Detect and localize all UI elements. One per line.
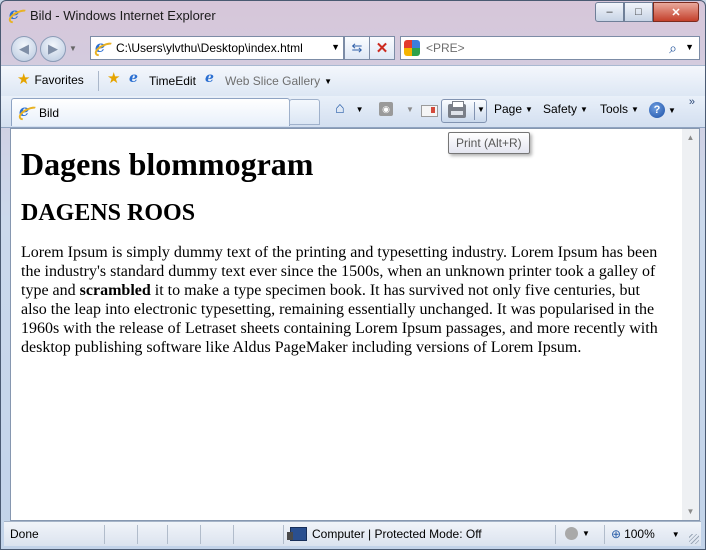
- minimize-button[interactable]: –: [595, 2, 624, 22]
- zoom-level: 100%: [624, 527, 655, 541]
- home-icon: ⌂: [335, 100, 345, 117]
- address-input[interactable]: C:\Users\ylvthu\Desktop\index.html: [116, 41, 303, 55]
- print-tooltip: Print (Alt+R): [448, 132, 530, 154]
- chevron-down-icon: ▼: [324, 76, 333, 86]
- favorites-separator: [98, 71, 99, 91]
- status-divider: [200, 525, 201, 544]
- favorite-link-timeedit[interactable]: e TimeEdit: [129, 70, 196, 89]
- chevron-down-icon: ▼: [406, 104, 414, 114]
- favorite-link-label: TimeEdit: [149, 74, 196, 88]
- browser-window: e Bild - Windows Internet Explorer – □ ✕…: [0, 0, 706, 550]
- tab-command-row: e Bild ⌂ ▼ ◉ ▼ ▼ Page ▼ Safety ▼ Tools ▼…: [1, 96, 705, 128]
- zoom-control[interactable]: ⊕ 100% ▼: [611, 527, 680, 541]
- help-icon: ?: [649, 102, 665, 118]
- tools-menu[interactable]: Tools ▼: [600, 102, 639, 116]
- read-mail-button[interactable]: [421, 105, 438, 117]
- page-paragraph: Lorem Ipsum is simply dummy text of the …: [21, 243, 669, 357]
- favorites-star-icon: ★: [17, 71, 31, 88]
- new-tab-button[interactable]: [289, 99, 320, 125]
- favorite-link-web-slice-gallery[interactable]: e Web Slice Gallery ▼: [205, 70, 333, 89]
- favorites-button[interactable]: ★ Favorites: [17, 71, 84, 88]
- more-commands-chevron-icon[interactable]: »: [689, 96, 695, 108]
- caption-buttons: – □ ✕: [595, 2, 699, 22]
- page-menu[interactable]: Page ▼: [494, 102, 533, 116]
- chevron-down-icon: ▼: [525, 104, 533, 114]
- chevron-down-icon: ▼: [668, 105, 676, 115]
- stop-button[interactable]: ✕: [369, 36, 395, 60]
- refresh-button[interactable]: ⇆: [344, 36, 370, 60]
- page-content-area: Dagens blommogram DAGENS ROOS Lorem Ipsu…: [10, 128, 682, 521]
- page-heading: Dagens blommogram: [21, 146, 314, 182]
- help-menu[interactable]: ? ▼: [649, 102, 676, 118]
- feeds-button[interactable]: ◉ ▼: [379, 102, 414, 116]
- status-divider: [137, 525, 138, 544]
- back-button[interactable]: ◀: [11, 36, 37, 62]
- tools-menu-label: Tools: [600, 102, 629, 116]
- add-favorite-icon: ★: [107, 70, 121, 87]
- window-title: Bild - Windows Internet Explorer: [30, 8, 216, 23]
- page-menu-label: Page: [494, 102, 523, 116]
- chevron-down-icon[interactable]: ▼: [672, 530, 680, 539]
- search-icon[interactable]: ⌕: [669, 40, 677, 57]
- tab-bild[interactable]: e Bild: [11, 98, 290, 126]
- security-zone[interactable]: Computer | Protected Mode: Off: [287, 527, 482, 541]
- favorites-bar: ★ Favorites ★ e TimeEdit e Web Slice Gal…: [1, 65, 705, 96]
- paragraph-bold-text: scrambled: [79, 282, 151, 299]
- status-divider: [604, 525, 605, 544]
- safety-menu-label: Safety: [543, 102, 578, 116]
- search-box[interactable]: <PRE> ⌕ ▼: [400, 36, 700, 60]
- forward-button[interactable]: ▶: [40, 36, 66, 62]
- mail-icon: [421, 105, 438, 117]
- chevron-down-icon: ▼: [355, 104, 364, 114]
- printer-icon: [448, 101, 466, 118]
- add-to-favorites-bar-button[interactable]: ★: [107, 70, 121, 87]
- computer-icon: [287, 527, 307, 541]
- protected-mode-icon: [565, 527, 578, 540]
- ie-page-icon: e: [205, 70, 214, 86]
- google-icon: [404, 40, 420, 56]
- zone-label: Computer | Protected Mode: Off: [312, 527, 482, 541]
- web-page: Dagens blommogram DAGENS ROOS Lorem Ipsu…: [21, 129, 669, 357]
- status-bar: Done Computer | Protected Mode: Off ▼ ⊕ …: [4, 521, 701, 546]
- page-icon: e: [92, 37, 118, 60]
- favorite-link-label: Web Slice Gallery: [225, 74, 321, 88]
- vertical-scrollbar[interactable]: ▲ ▼: [682, 128, 700, 521]
- rss-feed-icon: ◉: [379, 102, 393, 116]
- favorites-label: Favorites: [34, 73, 84, 87]
- scroll-up-arrow-icon[interactable]: ▲: [682, 129, 699, 146]
- chevron-down-icon: ▼: [580, 104, 588, 114]
- ie-page-icon: e: [16, 101, 42, 124]
- close-button[interactable]: ✕: [653, 2, 699, 22]
- maximize-button[interactable]: □: [624, 2, 653, 22]
- chevron-down-icon[interactable]: ▼: [477, 105, 485, 114]
- title-bar: e Bild - Windows Internet Explorer – □ ✕: [1, 1, 705, 31]
- status-divider: [167, 525, 168, 544]
- status-divider: [104, 525, 105, 544]
- status-text: Done: [10, 527, 39, 541]
- page-subheading: DAGENS ROOS: [21, 200, 196, 226]
- navigation-bar: ◀ ▶ ▼ e C:\Users\ylvthu\Desktop\index.ht…: [1, 32, 705, 62]
- safety-menu[interactable]: Safety ▼: [543, 102, 588, 116]
- chevron-down-icon: ▼: [631, 104, 639, 114]
- status-divider: [233, 525, 234, 544]
- scroll-down-arrow-icon[interactable]: ▼: [682, 503, 699, 520]
- print-button[interactable]: ▼: [441, 99, 487, 123]
- search-input[interactable]: <PRE>: [426, 41, 465, 55]
- status-divider: [555, 525, 556, 544]
- address-bar[interactable]: e C:\Users\ylvthu\Desktop\index.html ▼: [90, 36, 344, 60]
- ie-page-icon: e: [129, 70, 138, 86]
- tab-label: Bild: [39, 106, 60, 120]
- recent-pages-dropdown[interactable]: ▼: [69, 44, 77, 53]
- zoom-icon: ⊕: [611, 527, 622, 541]
- chevron-down-icon: ▼: [582, 529, 590, 538]
- ie-logo-icon: e: [6, 4, 32, 27]
- protected-mode-button[interactable]: ▼: [565, 527, 590, 540]
- print-split-divider: [474, 102, 475, 120]
- address-dropdown-icon[interactable]: ▼: [331, 42, 340, 52]
- status-divider: [283, 525, 284, 544]
- search-options-dropdown[interactable]: ▼: [685, 42, 694, 52]
- home-button[interactable]: ⌂ ▼: [335, 100, 364, 117]
- resize-grip[interactable]: [689, 534, 699, 544]
